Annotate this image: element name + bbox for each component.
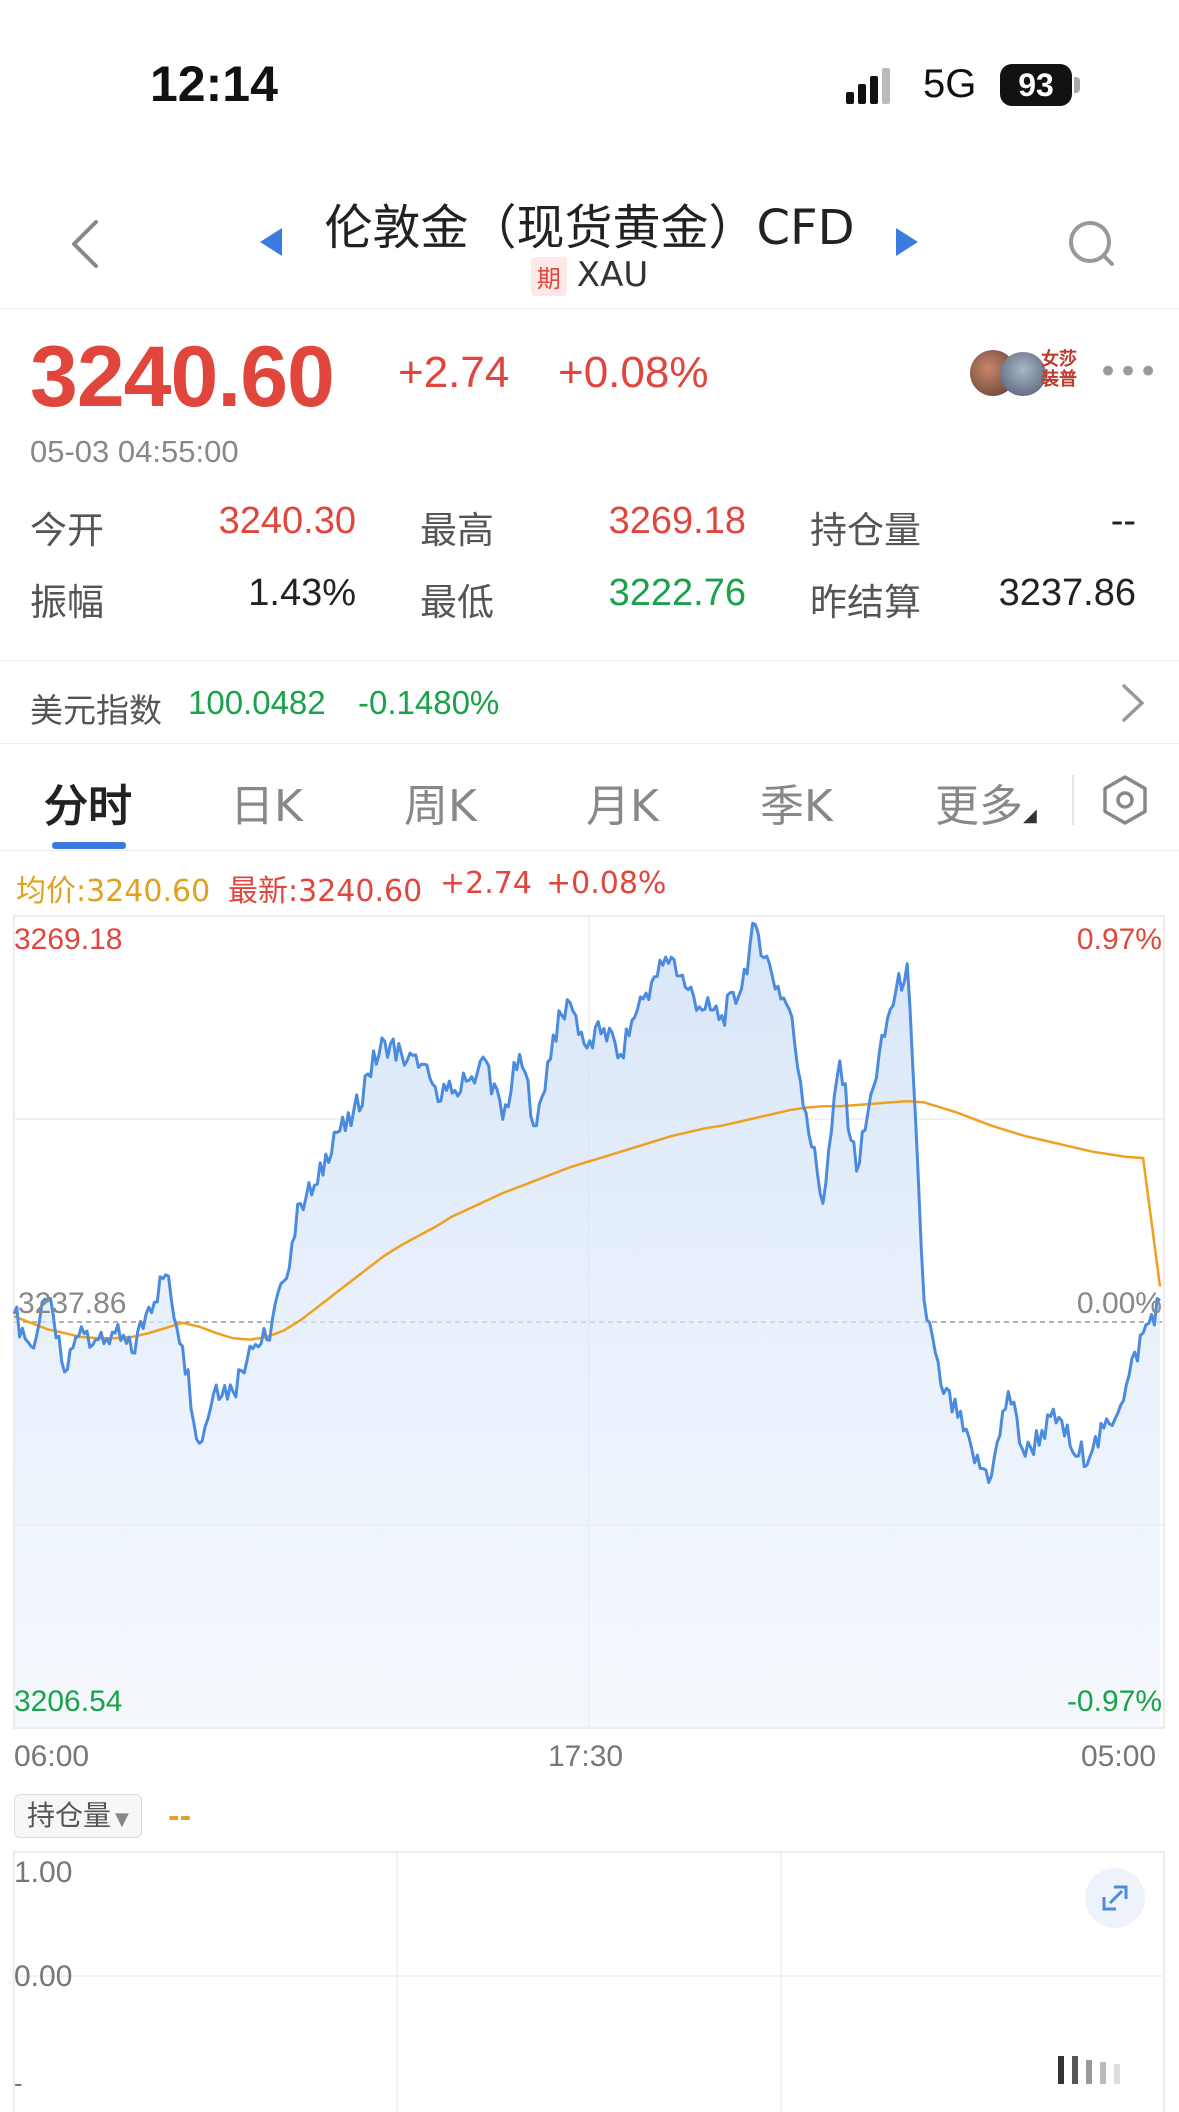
dropdown-caret-icon: ◢ bbox=[1023, 805, 1037, 826]
pct-max-label: 0.97% bbox=[1077, 923, 1162, 956]
avatar-caption: 女莎 装普 bbox=[1041, 349, 1077, 390]
next-instrument-icon[interactable] bbox=[894, 226, 920, 258]
divider bbox=[0, 743, 1179, 744]
tab-intraday[interactable]: 分时 bbox=[44, 770, 132, 834]
price-change-pct: +0.08% bbox=[558, 348, 709, 397]
quote-time: 05-03 04:55:00 bbox=[30, 434, 239, 469]
prev-settle-value: 3237.86 bbox=[998, 572, 1136, 614]
y-min-label: 3206.54 bbox=[14, 1685, 122, 1718]
open-interest-chart[interactable]: 1.00 0.00 - bbox=[0, 1846, 1179, 2112]
indicator-selector-label: 持仓量 bbox=[27, 1799, 112, 1832]
divider bbox=[0, 660, 1179, 661]
tab-more-label: 更多 bbox=[935, 781, 1023, 832]
open-value: 3240.30 bbox=[218, 500, 356, 542]
divider bbox=[0, 308, 1179, 309]
tab-weekly[interactable]: 周K bbox=[404, 770, 477, 834]
symbol-code: XAU bbox=[576, 255, 649, 295]
pct-base-label: 0.00% bbox=[1077, 1287, 1162, 1320]
x-tick-end: 05:00 bbox=[1081, 1740, 1157, 1773]
prev-settle-label: 昨结算 bbox=[810, 581, 921, 624]
plot-frame bbox=[13, 1851, 1165, 2112]
signal-icon bbox=[846, 68, 890, 104]
expand-icon[interactable] bbox=[1085, 1868, 1145, 1928]
high-value: 3269.18 bbox=[608, 500, 746, 542]
open-label: 今开 bbox=[30, 509, 104, 552]
indicator-value: -- bbox=[168, 1800, 192, 1833]
more-options-icon[interactable]: ••• bbox=[1098, 352, 1158, 392]
divider bbox=[0, 850, 1179, 851]
low-value: 3222.76 bbox=[608, 572, 746, 614]
amplitude-label: 振幅 bbox=[30, 581, 104, 624]
watermark-icon bbox=[1058, 2056, 1120, 2084]
legend-change-pct: +0.08% bbox=[546, 866, 667, 901]
status-time: 12:14 bbox=[150, 56, 278, 112]
y-top-label: 1.00 bbox=[14, 1856, 72, 1889]
legend-change: +2.74 bbox=[440, 866, 532, 901]
usd-index-label[interactable]: 美元指数 bbox=[30, 684, 162, 732]
x-tick-mid: 17:30 bbox=[548, 1740, 624, 1773]
active-tab-indicator bbox=[52, 842, 126, 849]
usd-index-value: 100.0482 bbox=[188, 684, 326, 721]
tab-monthly[interactable]: 月K bbox=[586, 770, 659, 834]
battery-icon: 93 bbox=[1000, 64, 1072, 106]
battery-level: 93 bbox=[1018, 66, 1054, 103]
price-change: +2.74 bbox=[398, 348, 510, 397]
tab-daily[interactable]: 日K bbox=[230, 770, 303, 834]
x-tick-start: 06:00 bbox=[14, 1740, 90, 1773]
intraday-chart[interactable]: 3269.18 3206.54 3237.86 0.97% -0.97% 0.0… bbox=[0, 900, 1179, 1760]
symbol-row: 期 XAU bbox=[0, 255, 1179, 296]
y-max-label: 3269.18 bbox=[14, 923, 122, 956]
chevron-right-icon[interactable] bbox=[1118, 682, 1148, 724]
indicator-selector[interactable]: 持仓量 ▼ bbox=[14, 1794, 142, 1838]
page-title: 伦敦金（现货黄金）CFD bbox=[324, 200, 855, 256]
amplitude-value: 1.43% bbox=[248, 572, 356, 614]
usd-index-change: -0.1480% bbox=[358, 684, 500, 721]
settings-icon[interactable] bbox=[1098, 773, 1152, 827]
tab-more[interactable]: 更多◢ bbox=[935, 770, 1037, 834]
pct-min-label: -0.97% bbox=[1067, 1685, 1162, 1718]
y-bottom-label: 0.00 bbox=[14, 1960, 72, 1993]
chevron-down-icon: ▼ bbox=[115, 1809, 129, 1830]
high-label: 最高 bbox=[420, 509, 494, 552]
expand-glyph bbox=[1102, 1885, 1128, 1911]
battery-tip bbox=[1074, 77, 1080, 93]
divider bbox=[1072, 775, 1074, 825]
network-label: 5G bbox=[923, 62, 977, 106]
open-interest-value: -- bbox=[1110, 500, 1136, 542]
futures-tag: 期 bbox=[530, 257, 567, 296]
tab-quarterly[interactable]: 季K bbox=[760, 770, 833, 834]
last-price: 3240.60 bbox=[30, 329, 335, 425]
y-base-label: 3237.86 bbox=[18, 1287, 126, 1320]
corner-label: - bbox=[14, 2068, 23, 2098]
low-label: 最低 bbox=[420, 581, 494, 624]
open-interest-label: 持仓量 bbox=[810, 509, 921, 552]
